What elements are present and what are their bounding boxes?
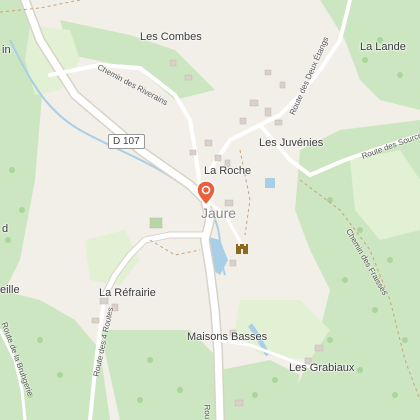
place-label-les-grabiaux: Les Grabiaux [289,362,355,374]
castle-icon[interactable] [235,241,249,255]
place-label-edge-in: in [2,44,11,56]
place-label-les-juvenies: Les Juvénies [259,137,324,149]
place-label-maisons-basses: Maisons Basses [187,331,268,343]
road-label-route-bottom: Rou [202,404,213,420]
place-label-la-lande: La Lande [360,41,406,53]
place-label-les-combes: Les Combes [140,31,202,43]
place-label-edge-eille: eille [0,284,20,296]
place-label-la-refrairie: La Réfrairie [99,287,156,299]
main-place-label: Jaure [201,205,237,221]
road-shield-d107: D 107 [108,134,145,149]
place-label-la-roche: La Roche [204,165,252,177]
location-pin-icon[interactable] [196,180,216,206]
map-view[interactable]: D 107 Jaure Les Combes La Lande Les Juvé… [0,0,420,420]
place-label-edge-d: d [2,223,9,235]
